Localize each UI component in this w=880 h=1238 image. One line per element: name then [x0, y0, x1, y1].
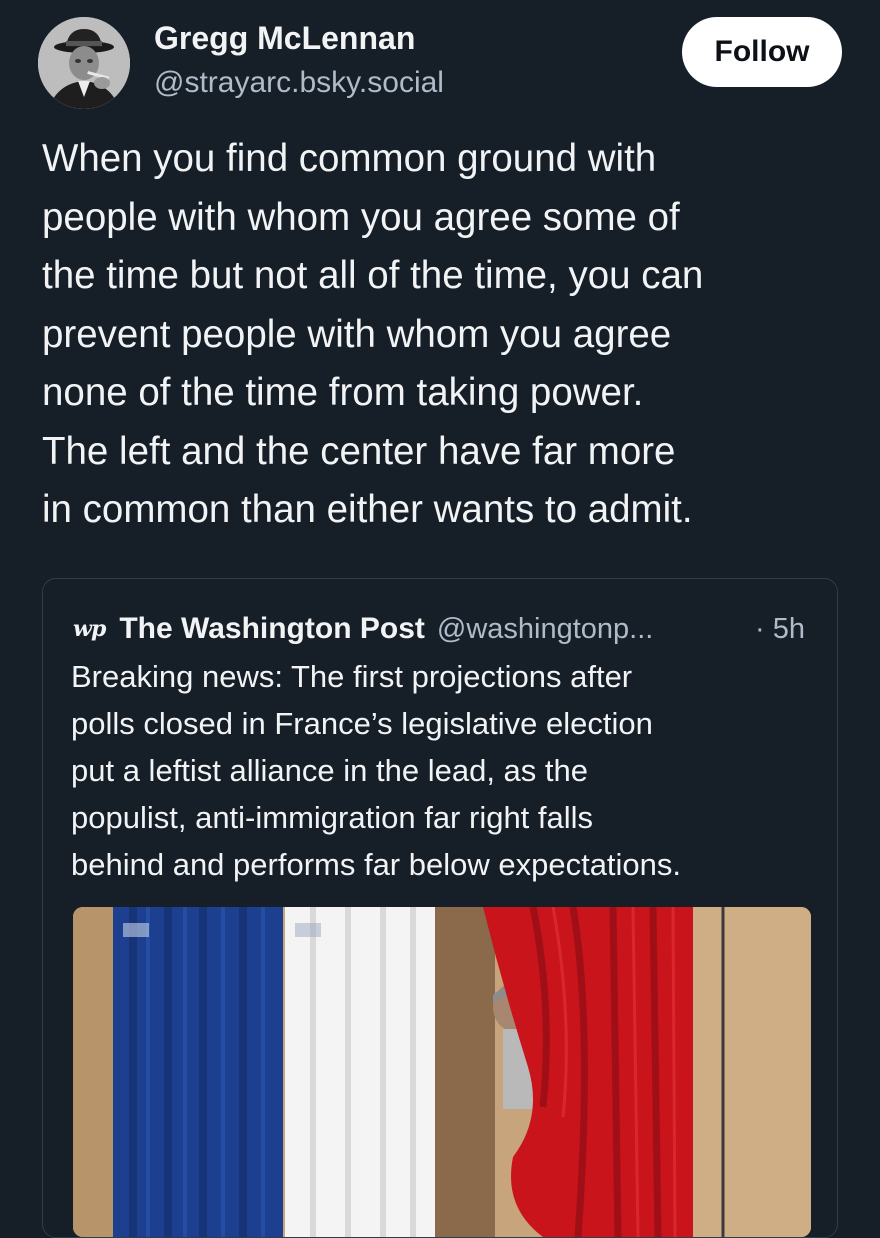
avatar[interactable]	[38, 17, 130, 109]
quoted-post-text: Breaking news: The first projections aft…	[71, 659, 682, 882]
quoted-author-handle[interactable]: @washingtonp...	[437, 613, 653, 646]
washington-post-logo-icon: wp	[73, 616, 106, 642]
follow-button[interactable]: Follow	[682, 17, 842, 87]
quoted-post-time: · 5h	[755, 612, 805, 645]
author-handle[interactable]: @strayarc.bsky.social	[154, 66, 444, 100]
quoted-post-image[interactable]	[73, 907, 811, 1237]
quoted-post-header: wp The Washington Post @washingtonp...	[73, 609, 813, 649]
quoted-post[interactable]: wp The Washington Post @washingtonp... ·…	[42, 578, 838, 1238]
author-name[interactable]: Gregg McLennan	[154, 20, 415, 57]
avatar-image	[38, 17, 130, 109]
post-text: When you find common ground with people …	[42, 137, 704, 531]
quoted-author-name[interactable]: The Washington Post	[119, 612, 425, 646]
voting-booth-photo	[73, 907, 811, 1237]
post: Gregg McLennan @strayarc.bsky.social Fol…	[0, 0, 880, 1238]
